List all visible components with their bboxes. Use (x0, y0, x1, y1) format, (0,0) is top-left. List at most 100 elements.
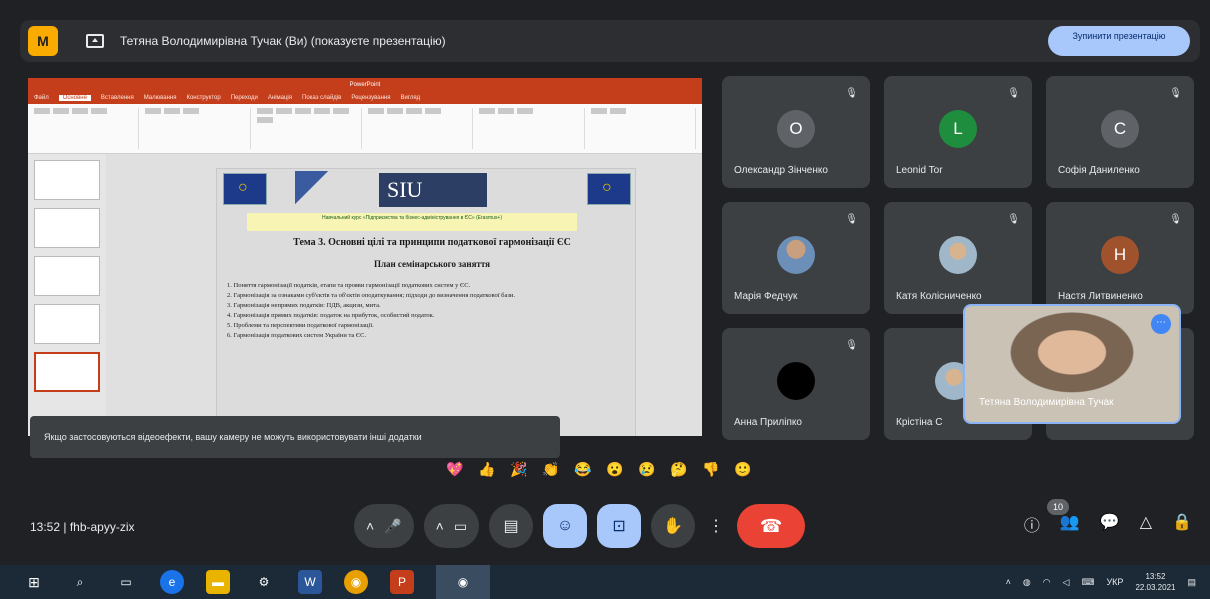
ribbon-tab[interactable]: Конструктор (186, 95, 220, 101)
ribbon-tab[interactable]: Малювання (144, 95, 177, 101)
participant-tile[interactable]: 🎙 Н Настя Литвиненко (1046, 202, 1194, 314)
mic-off-icon: 🎙 (1007, 214, 1020, 225)
word-icon[interactable]: W (298, 570, 322, 594)
language-indicator[interactable]: УКР (1106, 577, 1123, 587)
slide-point: 3. Гармонізація непрямих податків: ПДВ, … (227, 302, 381, 309)
activities-icon[interactable]: △ (1140, 512, 1152, 536)
slide-thumbnail[interactable] (34, 160, 100, 200)
meeting-code[interactable]: fhb-apyy-zix (70, 520, 135, 534)
reaction-laugh-icon[interactable]: 😂 (572, 458, 594, 480)
present-button[interactable]: ⊡ (597, 504, 642, 548)
reaction-thumbs-up-icon[interactable]: 👍 (476, 458, 498, 480)
ribbon (28, 104, 702, 154)
settings-icon[interactable]: ⚙ (252, 570, 276, 594)
slide-thumbnail[interactable] (34, 208, 100, 248)
participant-tile[interactable]: 🎙 Марія Федчук (722, 202, 870, 314)
microphone-icon[interactable]: 🎤 (384, 518, 401, 535)
notifications-icon[interactable]: ▤ (1187, 577, 1196, 588)
powerpoint-icon[interactable]: P (390, 570, 414, 594)
present-icon: ⊡ (612, 518, 626, 535)
mic-off-icon: 🎙 (845, 214, 858, 225)
participant-name: Анна Приліпко (734, 417, 802, 428)
self-view-tile[interactable]: ⋯ Тетяна Володимирівна Тучак (963, 304, 1181, 424)
reaction-heart-icon[interactable]: 💖 (444, 458, 466, 480)
participant-name: Катя Колісниченко (896, 291, 982, 302)
ribbon-tab[interactable]: Анімація (268, 95, 292, 101)
ribbon-tab[interactable]: Показ слайдів (302, 95, 341, 101)
participant-name: Настя Литвиненко (1058, 291, 1143, 302)
stop-presenting-button[interactable]: Зупинити презентацію (1048, 26, 1190, 56)
avatar: О (777, 110, 815, 148)
ribbon-tab[interactable]: Вставлення (101, 95, 134, 101)
call-controls: ˄ 🎤 ˄ ▭ ▤ ☺ ⊡ ✋ ⋮ ☎ (354, 504, 806, 548)
more-options-button[interactable]: ⋮ (705, 504, 727, 548)
slide-thumbnail[interactable] (34, 256, 100, 296)
participant-name: Марія Федчук (734, 291, 798, 302)
participant-name: Софія Даниленко (1058, 165, 1140, 176)
slide-thumbnail-selected[interactable] (34, 352, 100, 392)
captions-button[interactable]: ▤ (489, 504, 534, 548)
chevron-up-icon[interactable]: ˄ (1006, 577, 1011, 587)
chevron-up-icon[interactable]: ˄ (366, 518, 374, 534)
info-icon[interactable]: ⓘ (1024, 512, 1040, 536)
mic-off-icon: 🎙 (1007, 88, 1020, 99)
participant-tile[interactable]: 🎙 L Leonid Tor (884, 76, 1032, 188)
people-icon[interactable]: 👥 (1060, 512, 1080, 536)
slide-point: 5. Проблеми та перспективи податкової га… (227, 322, 374, 329)
wifi-icon[interactable]: ◠ (1043, 577, 1051, 588)
search-icon[interactable]: ⌕ (68, 570, 92, 594)
participant-tile[interactable]: 🎙 О Олександр Зінченко (722, 76, 870, 188)
more-vert-icon: ⋮ (708, 518, 725, 535)
ribbon-tab[interactable]: Вигляд (400, 95, 420, 101)
emoji-icon: ☺ (556, 517, 574, 534)
siu-logo: SIU (379, 173, 487, 207)
raise-hand-button[interactable]: ✋ (651, 504, 696, 548)
ribbon-tab[interactable]: Рецензування (351, 95, 390, 101)
host-controls-icon[interactable]: 🔒 (1172, 512, 1192, 536)
mic-control[interactable]: ˄ 🎤 (354, 504, 414, 548)
shared-screen: PowerPoint Файл Основне Вставлення Малюв… (28, 78, 702, 436)
system-tray: ˄ ◍ ◠ ◁ ⌨ УКР 13:52 22.03.2021 ▤ (1006, 565, 1196, 599)
volume-icon[interactable]: ◁ (1063, 577, 1070, 588)
reaction-surprised-icon[interactable]: 😮 (604, 458, 626, 480)
reaction-thumbs-down-icon[interactable]: 👎 (700, 458, 722, 480)
reaction-thinking-icon[interactable]: 🤔 (668, 458, 690, 480)
participant-tile[interactable]: 🎙 С Софія Даниленко (1046, 76, 1194, 188)
slide-point: 6. Гармонізація податкових систем Україн… (227, 332, 367, 339)
slide-thumbnail[interactable] (34, 304, 100, 344)
camera-control[interactable]: ˄ ▭ (423, 504, 480, 548)
phone-hangup-icon: ☎ (759, 515, 783, 536)
meet-logo: M (28, 26, 58, 56)
chrome-icon[interactable]: ◉ (344, 570, 368, 594)
camera-icon[interactable]: ▭ (454, 518, 467, 535)
participant-name: Олександр Зінченко (734, 165, 828, 176)
end-call-button[interactable]: ☎ (737, 504, 806, 548)
clock[interactable]: 13:52 22.03.2021 (1135, 571, 1175, 593)
reaction-sad-icon[interactable]: 😢 (636, 458, 658, 480)
emoji-button[interactable]: ☺ (543, 504, 588, 548)
presenter-status: Тетяна Володимирівна Тучак (Ви) (показує… (120, 34, 446, 48)
ribbon-tab[interactable]: Файл (34, 95, 49, 101)
file-explorer-icon[interactable]: ▬ (206, 570, 230, 594)
slide-point: 1. Поняття гармонізації податків, етапи … (227, 282, 471, 289)
chat-icon[interactable]: 💬 (1100, 512, 1120, 536)
participant-tile[interactable]: 🎙 Анна Приліпко (722, 328, 870, 440)
more-options-icon[interactable]: ⋯ (1151, 314, 1171, 334)
participant-tile[interactable]: 🎙 Катя Колісниченко (884, 202, 1032, 314)
ribbon-tab[interactable]: Основне (58, 95, 91, 101)
task-view-icon[interactable]: ▭ (114, 570, 138, 594)
active-app-icon[interactable]: ◉ (436, 565, 490, 599)
start-icon[interactable]: ⊞ (22, 570, 46, 594)
hand-icon: ✋ (663, 518, 683, 535)
reaction-skin-tone-icon[interactable]: 🙂 (732, 458, 754, 480)
network-icon[interactable]: ◍ (1023, 577, 1031, 588)
reaction-party-icon[interactable]: 🎉 (508, 458, 530, 480)
keyboard-icon[interactable]: ⌨ (1081, 577, 1094, 588)
slide-canvas: SIU Навчальний курс «Підприємства та біз… (106, 154, 702, 436)
ribbon-tab[interactable]: Переходи (231, 95, 258, 101)
edge-icon[interactable]: e (160, 570, 184, 594)
chevron-up-icon[interactable]: ˄ (436, 518, 444, 534)
avatar (777, 362, 815, 400)
reaction-clap-icon[interactable]: 👏 (540, 458, 562, 480)
self-view-name: Тетяна Володимирівна Тучак (979, 397, 1114, 408)
